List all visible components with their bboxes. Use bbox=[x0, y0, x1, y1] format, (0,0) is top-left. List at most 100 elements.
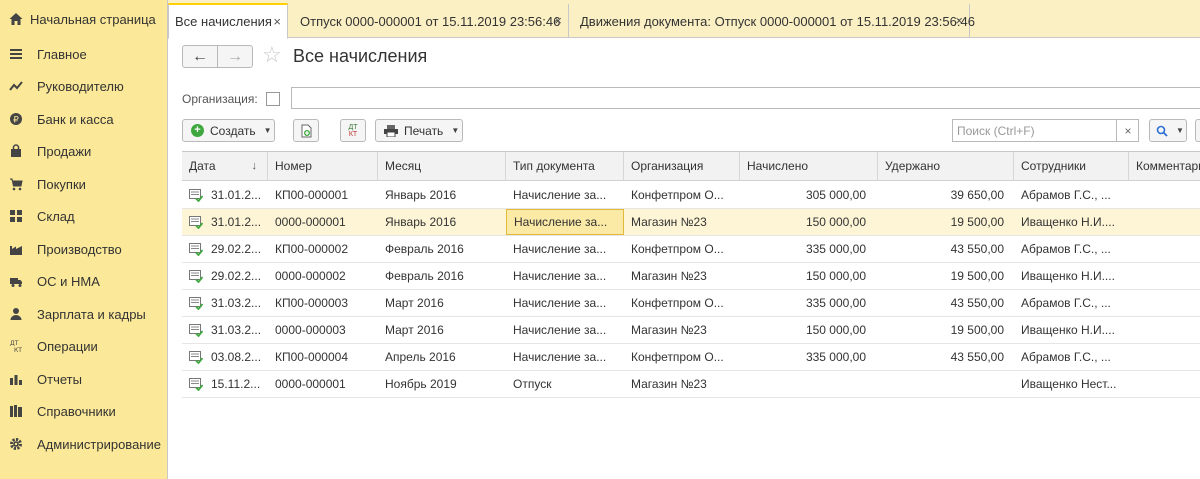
cell-date[interactable]: 31.01.2... bbox=[204, 182, 268, 208]
column-header-withheld[interactable]: Удержано bbox=[878, 152, 1014, 181]
table-row[interactable]: 29.02.2... КП00-000002 Февраль 2016 Начисле… bbox=[182, 236, 1200, 263]
cell-date[interactable]: 31.03.2... bbox=[204, 317, 268, 343]
sidebar-item-fixed-assets[interactable]: ОС и НМА bbox=[0, 265, 168, 297]
cell-comment[interactable] bbox=[1129, 290, 1200, 316]
cell-employees[interactable]: Абрамов Г.С., ... bbox=[1014, 290, 1129, 316]
table-row[interactable]: 03.08.2... КП00-000004 Апрель 2016 Начислен… bbox=[182, 344, 1200, 371]
cell-doc-type[interactable]: Отпуск bbox=[506, 371, 624, 397]
cell-month[interactable]: Февраль 2016 bbox=[378, 236, 506, 262]
cell-withheld[interactable]: 19 500,00 bbox=[878, 263, 1008, 289]
column-header-number[interactable]: Номер bbox=[268, 152, 378, 181]
sidebar-item-purchases[interactable]: Покупки bbox=[0, 168, 168, 200]
search-input[interactable]: Поиск (Ctrl+F) bbox=[952, 119, 1139, 142]
cell-accrued[interactable]: 150 000,00 bbox=[740, 263, 870, 289]
cell-number[interactable]: КП00-000003 bbox=[268, 290, 378, 316]
tab-document-movements[interactable]: Движения документа: Отпуск 0000-000001 о… bbox=[570, 4, 975, 38]
cell-employees[interactable]: Абрамов Г.С., ... bbox=[1014, 236, 1129, 262]
close-icon[interactable]: × bbox=[955, 13, 963, 28]
sidebar-item-bank[interactable]: ₽ Банк и касса bbox=[0, 103, 168, 135]
cell-organization[interactable]: Магазин №23 bbox=[624, 371, 740, 397]
search-button[interactable]: ▼ bbox=[1149, 119, 1187, 142]
cell-month[interactable]: Март 2016 bbox=[378, 317, 506, 343]
sidebar-item-production[interactable]: Производство bbox=[0, 233, 168, 265]
cell-date[interactable]: 15.11.2... bbox=[204, 371, 268, 397]
cell-organization[interactable]: Конфетпром О... bbox=[624, 236, 740, 262]
organization-input[interactable] bbox=[291, 87, 1200, 109]
cell-doc-type[interactable]: Начисление за... bbox=[506, 182, 624, 208]
cell-accrued[interactable]: 335 000,00 bbox=[740, 290, 870, 316]
cell-number[interactable]: 0000-000003 bbox=[268, 317, 378, 343]
tab-vacation-document[interactable]: Отпуск 0000-000001 от 15.11.2019 23:56:4… bbox=[289, 4, 569, 38]
cell-month[interactable]: Февраль 2016 bbox=[378, 263, 506, 289]
column-header-organization[interactable]: Организация bbox=[624, 152, 740, 181]
cell-number[interactable]: КП00-000002 bbox=[268, 236, 378, 262]
cell-comment[interactable] bbox=[1129, 209, 1200, 235]
cell-withheld[interactable]: 43 550,00 bbox=[878, 290, 1008, 316]
cell-withheld[interactable]: 19 500,00 bbox=[878, 317, 1008, 343]
cell-month[interactable]: Март 2016 bbox=[378, 290, 506, 316]
tab-all-accruals[interactable]: Все начисления × bbox=[168, 3, 288, 39]
column-header-accrued[interactable]: Начислено bbox=[740, 152, 878, 181]
cell-comment[interactable] bbox=[1129, 371, 1200, 397]
cell-date[interactable]: 31.01.2... bbox=[204, 209, 268, 235]
cell-doc-type[interactable]: Начисление за... bbox=[506, 209, 624, 235]
cell-employees[interactable]: Иващенко Н.И.... bbox=[1014, 317, 1129, 343]
cell-number[interactable]: 0000-000001 bbox=[268, 209, 378, 235]
sidebar-item-references[interactable]: Справочники bbox=[0, 395, 168, 427]
cell-comment[interactable] bbox=[1129, 344, 1200, 370]
close-icon[interactable]: × bbox=[554, 13, 562, 28]
more-button[interactable] bbox=[1195, 119, 1200, 142]
cell-doc-type[interactable]: Начисление за... bbox=[506, 263, 624, 289]
cell-withheld[interactable]: 43 550,00 bbox=[878, 344, 1008, 370]
table-row[interactable]: 31.03.2... КП00-000003 Март 2016 Начисление… bbox=[182, 290, 1200, 317]
cell-comment[interactable] bbox=[1129, 182, 1200, 208]
cell-comment[interactable] bbox=[1129, 263, 1200, 289]
cell-month[interactable]: Январь 2016 bbox=[378, 209, 506, 235]
sidebar-item-operations[interactable]: ДТ КТ Операции bbox=[0, 330, 168, 362]
cell-accrued[interactable]: 150 000,00 bbox=[740, 317, 870, 343]
cell-organization[interactable]: Магазин №23 bbox=[624, 209, 740, 235]
cell-month[interactable]: Январь 2016 bbox=[378, 182, 506, 208]
cell-accrued[interactable] bbox=[740, 371, 870, 397]
dt-kt-button[interactable]: ДТ КТ bbox=[340, 119, 366, 142]
cell-doc-type[interactable]: Начисление за... bbox=[506, 236, 624, 262]
column-header-comment[interactable]: Комментарий bbox=[1129, 152, 1200, 181]
cell-organization[interactable]: Конфетпром О... bbox=[624, 182, 740, 208]
cell-employees[interactable]: Абрамов Г.С., ... bbox=[1014, 182, 1129, 208]
table-row[interactable]: 31.01.2... КП00-000001 Январь 2016 Начислен… bbox=[182, 182, 1200, 209]
cell-organization[interactable]: Конфетпром О... bbox=[624, 290, 740, 316]
cell-doc-type[interactable]: Начисление за... bbox=[506, 317, 624, 343]
create-button[interactable]: + Создать ▼ bbox=[182, 119, 275, 142]
organization-checkbox[interactable] bbox=[266, 92, 280, 106]
back-button[interactable]: ← bbox=[182, 45, 218, 68]
cell-doc-type[interactable]: Начисление за... bbox=[506, 290, 624, 316]
cell-withheld[interactable]: 19 500,00 bbox=[878, 209, 1008, 235]
cell-employees[interactable]: Абрамов Г.С., ... bbox=[1014, 344, 1129, 370]
cell-date[interactable]: 29.02.2... bbox=[204, 236, 268, 262]
cell-month[interactable]: Апрель 2016 bbox=[378, 344, 506, 370]
cell-number[interactable]: КП00-000001 bbox=[268, 182, 378, 208]
cell-employees[interactable]: Иващенко Н.И.... bbox=[1014, 263, 1129, 289]
cell-organization[interactable]: Магазин №23 bbox=[624, 263, 740, 289]
column-header-doc-type[interactable]: Тип документа bbox=[506, 152, 624, 181]
column-header-employees[interactable]: Сотрудники bbox=[1014, 152, 1129, 181]
sidebar-item-manager[interactable]: Руководителю bbox=[0, 70, 168, 102]
clear-search-icon[interactable]: × bbox=[1116, 119, 1139, 142]
cell-number[interactable]: КП00-000004 bbox=[268, 344, 378, 370]
star-icon[interactable]: ☆ bbox=[262, 43, 282, 67]
cell-accrued[interactable]: 335 000,00 bbox=[740, 236, 870, 262]
sidebar-item-main[interactable]: Главное bbox=[0, 38, 168, 70]
sidebar-item-administration[interactable]: Администрирование bbox=[0, 428, 168, 460]
table-row[interactable]: 29.02.2... 0000-000002 Февраль 2016 Начисле… bbox=[182, 263, 1200, 290]
cell-organization[interactable]: Магазин №23 bbox=[624, 317, 740, 343]
table-row[interactable]: 15.11.2... 0000-000001 Ноябрь 2019 Отпуск Ма… bbox=[182, 371, 1200, 398]
column-header-month[interactable]: Месяц bbox=[378, 152, 506, 181]
add-from-file-button[interactable] bbox=[293, 119, 319, 142]
print-button[interactable]: Печать ▼ bbox=[375, 119, 463, 142]
close-icon[interactable]: × bbox=[273, 14, 281, 29]
cell-withheld[interactable] bbox=[878, 371, 1008, 397]
cell-doc-type[interactable]: Начисление за... bbox=[506, 344, 624, 370]
table-row[interactable]: 31.01.2... 0000-000001 Январь 2016 Начислен… bbox=[182, 209, 1200, 236]
cell-accrued[interactable]: 150 000,00 bbox=[740, 209, 870, 235]
cell-employees[interactable]: Иващенко Н.И.... bbox=[1014, 209, 1129, 235]
